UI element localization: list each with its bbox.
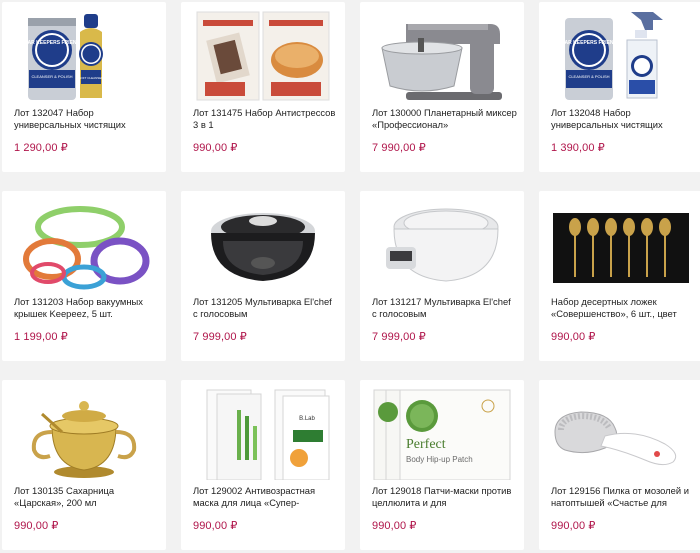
product-title[interactable]: Лот 130000 Планетарный миксер «Профессио… [372,107,518,131]
product-title[interactable]: Лот 132048 Набор универсальных чистящих [551,107,697,131]
product-card[interactable]: BAR KEEPERS FRIEND CLEANSER & POLISH SOF… [2,2,166,172]
patch-sub-text: Body Hip-up Patch [406,455,473,464]
brand-text: BAR KEEPERS FRIEND [561,40,618,46]
mask-brand-text: B.Lab [299,416,315,422]
brand-sub2-text: SOFT CLEANSER [79,76,105,80]
product-title[interactable]: Лот 131217 Мультиварка El'chef с голосов… [372,296,518,320]
product-title[interactable]: Лот 130135 Сахарница «Царская», 200 мл [14,485,160,509]
product-price: 990,00 ₽ [193,142,238,154]
product-price: 990,00 ₽ [551,520,596,532]
product-price: 990,00 ₽ [551,331,596,343]
product-title[interactable]: Лот 131205 Мультиварка El'chef с голосов… [193,296,339,320]
brand-sub-text: CLEANSER & POLISH [31,74,72,79]
product-price: 1 390,00 ₽ [551,142,605,154]
hip-patch-icon[interactable]: Perfect Body Hip-up Patch [366,386,518,480]
product-price: 990,00 ₽ [372,520,417,532]
sugar-bowl-icon[interactable] [8,386,160,480]
product-price: 1 290,00 ₽ [14,142,68,154]
product-title[interactable]: Лот 132047 Набор универсальных чистящих [14,107,160,131]
product-title[interactable]: Лот 129018 Патчи-маски против целлюлита … [372,485,518,509]
product-card[interactable]: Лот 130135 Сахарница «Царская», 200 мл 9… [2,380,166,550]
product-card[interactable]: Perfect Body Hip-up Patch Лот 129018 Пат… [360,380,524,550]
antistress-set-icon[interactable] [187,8,339,102]
brand-text: BAR KEEPERS FRIEND [24,40,81,46]
foot-file-icon[interactable] [545,386,697,480]
product-card[interactable]: Лот 129156 Пилка от мозолей и натоптышей… [539,380,700,550]
product-price: 990,00 ₽ [193,520,238,532]
product-title[interactable]: Лот 131203 Набор вакуумных крышек Keepee… [14,296,160,320]
product-card[interactable]: Лот 131475 Набор Антистрессов 3 в 1 990,… [181,2,345,172]
cleaner-spray-icon[interactable]: BAR KEEPERS FRIEND CLEANSER & POLISH [545,8,697,102]
product-price: 7 999,00 ₽ [193,331,247,343]
cleaner-cans-icon[interactable]: BAR KEEPERS FRIEND CLEANSER & POLISH SOF… [8,8,160,102]
product-price: 990,00 ₽ [14,520,59,532]
multicooker-black-icon[interactable] [187,197,339,291]
product-card[interactable]: Лот 131205 Мультиварка El'chef с голосов… [181,191,345,361]
product-grid: BAR KEEPERS FRIEND CLEANSER & POLISH SOF… [0,0,700,553]
product-card[interactable]: Лот 130000 Планетарный миксер «Профессио… [360,2,524,172]
product-title[interactable]: Лот 129002 Антивозрастная маска для лица… [193,485,339,509]
product-title[interactable]: Лот 131475 Набор Антистрессов 3 в 1 [193,107,339,131]
product-card[interactable]: Набор десертных ложек «Совершенство», 6 … [539,191,700,361]
brand-sub-text: CLEANSER & POLISH [568,74,609,79]
patch-brand-text: Perfect [406,437,446,452]
product-card[interactable]: B.Lab Лот 129002 Антивозрастная маска дл… [181,380,345,550]
dessert-spoons-icon[interactable] [545,197,697,291]
vacuum-lids-icon[interactable] [8,197,160,291]
product-price: 1 199,00 ₽ [14,331,68,343]
product-price: 7 990,00 ₽ [372,142,426,154]
product-card[interactable]: Лот 131217 Мультиварка El'chef с голосов… [360,191,524,361]
product-card[interactable]: Лот 131203 Набор вакуумных крышек Keepee… [2,191,166,361]
product-card[interactable]: BAR KEEPERS FRIEND CLEANSER & POLISH Лот… [539,2,700,172]
multicooker-white-icon[interactable] [366,197,518,291]
product-title[interactable]: Набор десертных ложек «Совершенство», 6 … [551,296,697,320]
product-price: 7 999,00 ₽ [372,331,426,343]
stand-mixer-icon[interactable] [366,8,518,102]
product-title[interactable]: Лот 129156 Пилка от мозолей и натоптышей… [551,485,697,509]
face-mask-icon[interactable]: B.Lab [187,386,339,480]
